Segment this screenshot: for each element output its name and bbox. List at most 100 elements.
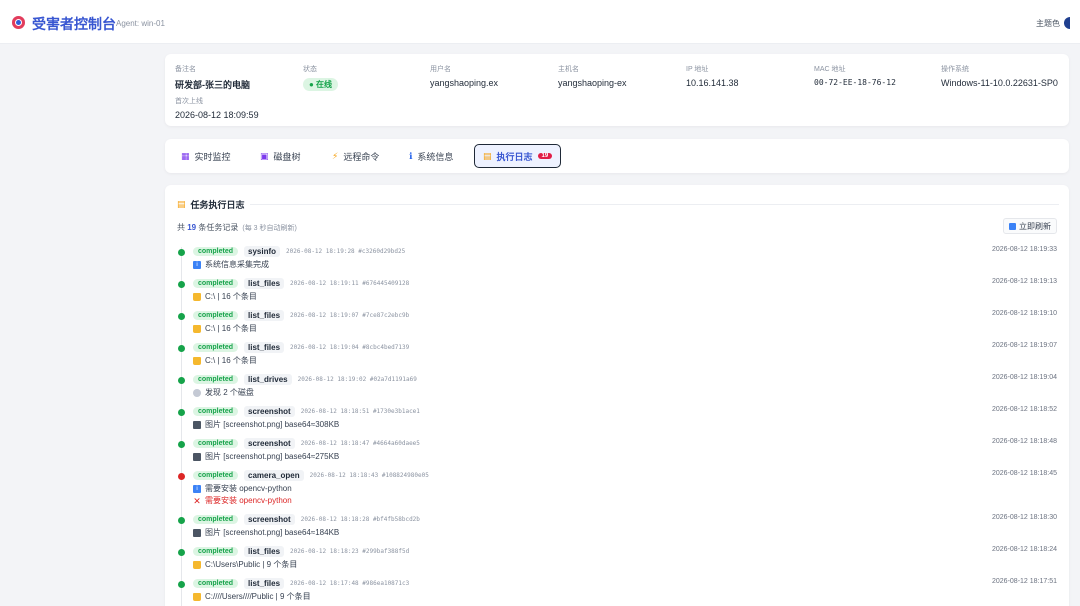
folder-icon bbox=[193, 560, 201, 569]
result-line: 发现 2 个磁盘 bbox=[193, 387, 254, 398]
status-badge: completed bbox=[193, 546, 239, 556]
status-badge: completed bbox=[193, 246, 239, 256]
image-icon bbox=[193, 452, 201, 461]
result-text: 图片 [screenshot.png] base64≈184KB bbox=[205, 528, 340, 537]
scroll-icon: ▤ bbox=[177, 199, 186, 209]
result-line: C:\ | 16 个条目 bbox=[193, 291, 257, 302]
command-name: screenshot bbox=[244, 437, 295, 449]
tab-realtime-monitor[interactable]: ▦ 实时监控 bbox=[175, 145, 237, 167]
timeline-dot bbox=[178, 409, 185, 416]
result-text: 图片 [screenshot.png] base64≈308KB bbox=[205, 420, 340, 429]
finish-time: 2026-08-12 18:19:33 bbox=[992, 246, 1057, 253]
info-icon: i bbox=[193, 484, 201, 493]
first-online-field: 首次上线 2026-08-12 18:09:59 bbox=[175, 98, 259, 120]
monitor-icon: ▦ bbox=[181, 150, 190, 161]
timeline-dot bbox=[178, 473, 185, 480]
execution-log-card: ▤ 任务执行日志 共 19 条任务记录 (每 3 秒自动刷新) 立即刷新 comp… bbox=[165, 185, 1069, 606]
tab-system-info[interactable]: ℹ 系统信息 bbox=[403, 145, 459, 167]
status-badge: completed bbox=[193, 310, 239, 320]
log-entry-header: completed sysinfo 2026-08-12 18:19:28 #c32… bbox=[193, 244, 405, 258]
log-entry-header: completed list_files 2026-08-12 18:19:07 #… bbox=[193, 308, 409, 322]
timeline-dot bbox=[178, 441, 185, 448]
ip-field: IP 地址 10.16.141.38 bbox=[686, 66, 739, 88]
command-name: camera_open bbox=[244, 469, 304, 481]
hostname-value: yangshaoping-ex bbox=[558, 78, 627, 88]
os-field: 操作系统 Windows-11-10.0.22631-SP0 bbox=[941, 66, 1058, 88]
command-name: list_files bbox=[244, 277, 285, 289]
os-value: Windows-11-10.0.22631-SP0 bbox=[941, 78, 1058, 88]
online-status-badge: ● 在线 bbox=[303, 78, 339, 91]
result-line: 图片 [screenshot.png] base64≈308KB bbox=[193, 419, 339, 430]
finish-time: 2026-08-12 18:19:13 bbox=[992, 278, 1057, 285]
image-icon bbox=[193, 420, 201, 429]
status-badge: completed bbox=[193, 578, 239, 588]
first-online-value: 2026-08-12 18:09:59 bbox=[175, 110, 259, 120]
task-count: 19 bbox=[187, 223, 197, 232]
task-meta: 2026-08-12 18:19:28 #c3260d29bd25 bbox=[286, 247, 406, 255]
timeline-dot bbox=[178, 377, 185, 384]
status-badge: completed bbox=[193, 438, 239, 448]
result-text: C:\Users\Public | 9 个条目 bbox=[205, 560, 298, 569]
log-entry-header: completed list_files 2026-08-12 18:19:04 #… bbox=[193, 340, 409, 354]
lightning-icon: ⚡ bbox=[332, 150, 339, 161]
auto-refresh-note: (每 3 秒自动刷新) bbox=[242, 225, 297, 232]
error-x-icon: ✕ bbox=[193, 495, 201, 506]
log-entry-header: completed list_drives 2026-08-12 18:19:02 … bbox=[193, 372, 417, 386]
command-name: sysinfo bbox=[244, 245, 281, 257]
remark-value: 研发部-张三的电脑 bbox=[175, 80, 250, 90]
result-line: C:\ | 16 个条目 bbox=[193, 323, 257, 334]
target-logo-icon bbox=[12, 16, 25, 29]
command-name: list_files bbox=[244, 341, 285, 353]
tab-disk-tree[interactable]: ▣ 磁盘树 bbox=[254, 145, 307, 167]
result-line: ✕ 需要安装 opencv-python bbox=[193, 495, 291, 506]
floppy-icon: ▣ bbox=[260, 150, 269, 161]
task-meta: 2026-08-12 18:19:07 #7ce87c2ebc9b bbox=[290, 311, 410, 319]
mac-value: 00-72-EE-18-76-12 bbox=[814, 78, 896, 87]
timeline-dot bbox=[178, 581, 185, 588]
log-entry-header: completed screenshot 2026-08-12 18:18:51 #… bbox=[193, 404, 420, 418]
status-badge: completed bbox=[193, 342, 239, 352]
status-badge: completed bbox=[193, 470, 239, 480]
task-meta: 2026-08-12 18:18:28 #bf4fb58bcd2b bbox=[300, 515, 420, 523]
timeline-dot bbox=[178, 313, 185, 320]
log-count-badge: 19 bbox=[537, 153, 553, 159]
result-line: i 需要安装 opencv-python bbox=[193, 483, 292, 494]
result-text: 图片 [screenshot.png] base64≈275KB bbox=[205, 452, 340, 461]
result-line: i 系统信息采集完成 bbox=[193, 259, 269, 270]
theme-color-button[interactable]: 主题色 bbox=[1036, 17, 1070, 29]
finish-time: 2026-08-12 18:19:04 bbox=[992, 374, 1057, 381]
scroll-icon: ▤ bbox=[483, 150, 492, 161]
folder-icon bbox=[193, 324, 201, 333]
timeline-dot bbox=[178, 517, 185, 524]
result-text: C:\ | 16 个条目 bbox=[205, 324, 257, 333]
log-entry-header: completed camera_open 2026-08-12 18:18:43 … bbox=[193, 468, 429, 482]
host-info-card: 备注名 研发部-张三的电脑 状态 ● 在线 用户名 yangshaoping.e… bbox=[165, 54, 1069, 126]
hostname-field: 主机名 yangshaoping-ex bbox=[558, 66, 627, 88]
remark-field: 备注名 研发部-张三的电脑 bbox=[175, 66, 250, 90]
result-text: 需要安装 opencv-python bbox=[205, 484, 292, 493]
command-name: list_files bbox=[244, 577, 285, 589]
finish-time: 2026-08-12 18:18:45 bbox=[992, 470, 1057, 477]
folder-icon bbox=[193, 356, 201, 365]
finish-time: 2026-08-12 18:17:51 bbox=[992, 578, 1057, 585]
task-meta: 2026-08-12 18:19:02 #02a7d1191a69 bbox=[297, 375, 417, 383]
log-entry-header: completed list_files 2026-08-12 18:18:23 #… bbox=[193, 544, 409, 558]
top-bar: 受害者控制台 Agent: win-01 主题色 bbox=[0, 0, 1080, 44]
task-meta: 2026-08-12 18:18:23 #299baf388f5d bbox=[290, 547, 410, 555]
username-value: yangshaoping.ex bbox=[430, 78, 499, 88]
refresh-now-button[interactable]: 立即刷新 bbox=[1003, 218, 1057, 234]
log-entry-header: completed list_files 2026-08-12 18:19:11 #… bbox=[193, 276, 409, 290]
result-text: 发现 2 个磁盘 bbox=[205, 388, 254, 397]
command-name: screenshot bbox=[244, 513, 295, 525]
log-entry-header: completed screenshot 2026-08-12 18:18:47 #… bbox=[193, 436, 420, 450]
status-field: 状态 ● 在线 bbox=[303, 64, 339, 92]
tab-execution-log[interactable]: ▤ 执行日志 19 bbox=[474, 144, 562, 168]
task-meta: 2026-08-12 18:19:04 #8cbc4bed7139 bbox=[290, 343, 410, 351]
status-badge: completed bbox=[193, 406, 239, 416]
finish-time: 2026-08-12 18:19:10 bbox=[992, 310, 1057, 317]
tab-bar: ▦ 实时监控 ▣ 磁盘树 ⚡ 远程命令 ℹ 系统信息 ▤ 执行日志 19 bbox=[165, 139, 1069, 173]
task-meta: 2026-08-12 18:18:43 #108824980e05 bbox=[309, 471, 429, 479]
tab-remote-command[interactable]: ⚡ 远程命令 bbox=[326, 145, 385, 167]
result-line: C:////Users////Public | 9 个条目 bbox=[193, 591, 311, 602]
finish-time: 2026-08-12 18:19:07 bbox=[992, 342, 1057, 349]
